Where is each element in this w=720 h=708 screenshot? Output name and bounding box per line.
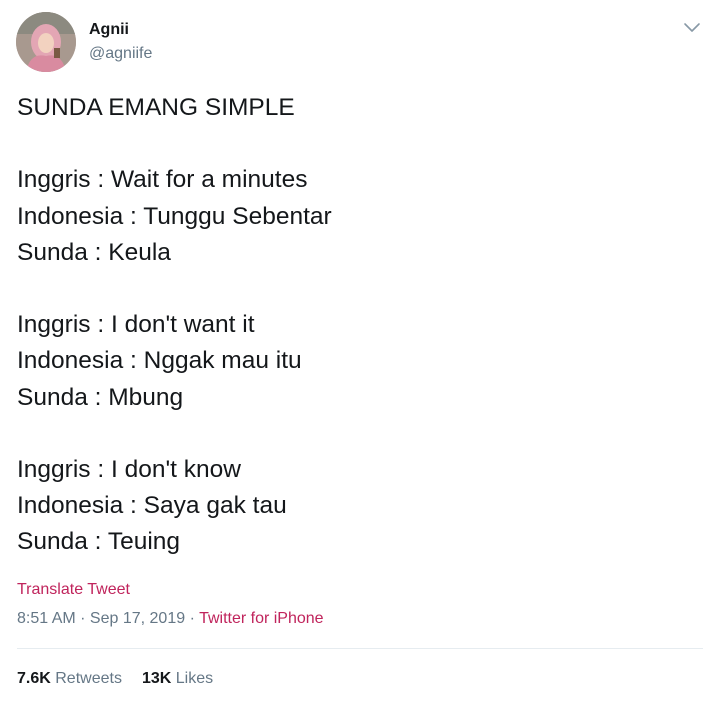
likes-label: Likes bbox=[175, 670, 214, 687]
author-handle[interactable]: @agniife bbox=[89, 44, 152, 64]
tweet-time[interactable]: 8:51 AM bbox=[17, 610, 76, 627]
author-name[interactable]: Agnii bbox=[89, 20, 129, 40]
tweet-line: Sunda : Mbung bbox=[17, 383, 184, 411]
tweet-line: Inggris : I don't know bbox=[17, 455, 241, 483]
translate-tweet-link[interactable]: Translate Tweet bbox=[17, 580, 130, 600]
tweet-source-link[interactable]: Twitter for iPhone bbox=[199, 610, 324, 627]
tweet-line: Indonesia : Nggak mau itu bbox=[17, 347, 302, 375]
tweet-line: Indonesia : Tunggu Sebentar bbox=[17, 202, 332, 230]
tweet-line: Inggris : Wait for a minutes bbox=[17, 166, 308, 194]
divider bbox=[17, 648, 703, 649]
likes-stat[interactable]: 13K Likes bbox=[142, 670, 213, 687]
tweet-date[interactable]: Sep 17, 2019 bbox=[90, 610, 185, 627]
tweet-line bbox=[17, 416, 707, 452]
tweet-card: Agnii @agniife SUNDA EMANG SIMPLE Inggri… bbox=[0, 0, 720, 708]
chevron-down-icon[interactable] bbox=[682, 20, 702, 36]
tweet-line bbox=[17, 271, 707, 307]
tweet-line: Sunda : Keula bbox=[17, 238, 171, 266]
tweet-line: Inggris : I don't want it bbox=[17, 311, 255, 339]
tweet-line bbox=[17, 126, 707, 162]
meta-separator: · bbox=[185, 610, 200, 627]
tweet-text: SUNDA EMANG SIMPLE Inggris : Wait for a … bbox=[17, 90, 707, 560]
retweets-stat[interactable]: 7.6K Retweets bbox=[17, 670, 122, 687]
tweet-line: Sunda : Teuing bbox=[17, 528, 181, 556]
tweet-line: SUNDA EMANG SIMPLE bbox=[17, 94, 295, 121]
likes-count: 13K bbox=[141, 670, 172, 687]
tweet-stats: 7.6K Retweets 13K Likes bbox=[17, 669, 213, 689]
tweet-line: Indonesia : Saya gak tau bbox=[17, 492, 287, 520]
avatar[interactable] bbox=[16, 12, 76, 72]
tweet-meta: 8:51 AM · Sep 17, 2019 · Twitter for iPh… bbox=[17, 609, 324, 629]
retweets-label: Retweets bbox=[55, 670, 122, 687]
retweets-count: 7.6K bbox=[17, 670, 51, 687]
meta-separator: · bbox=[75, 610, 90, 627]
